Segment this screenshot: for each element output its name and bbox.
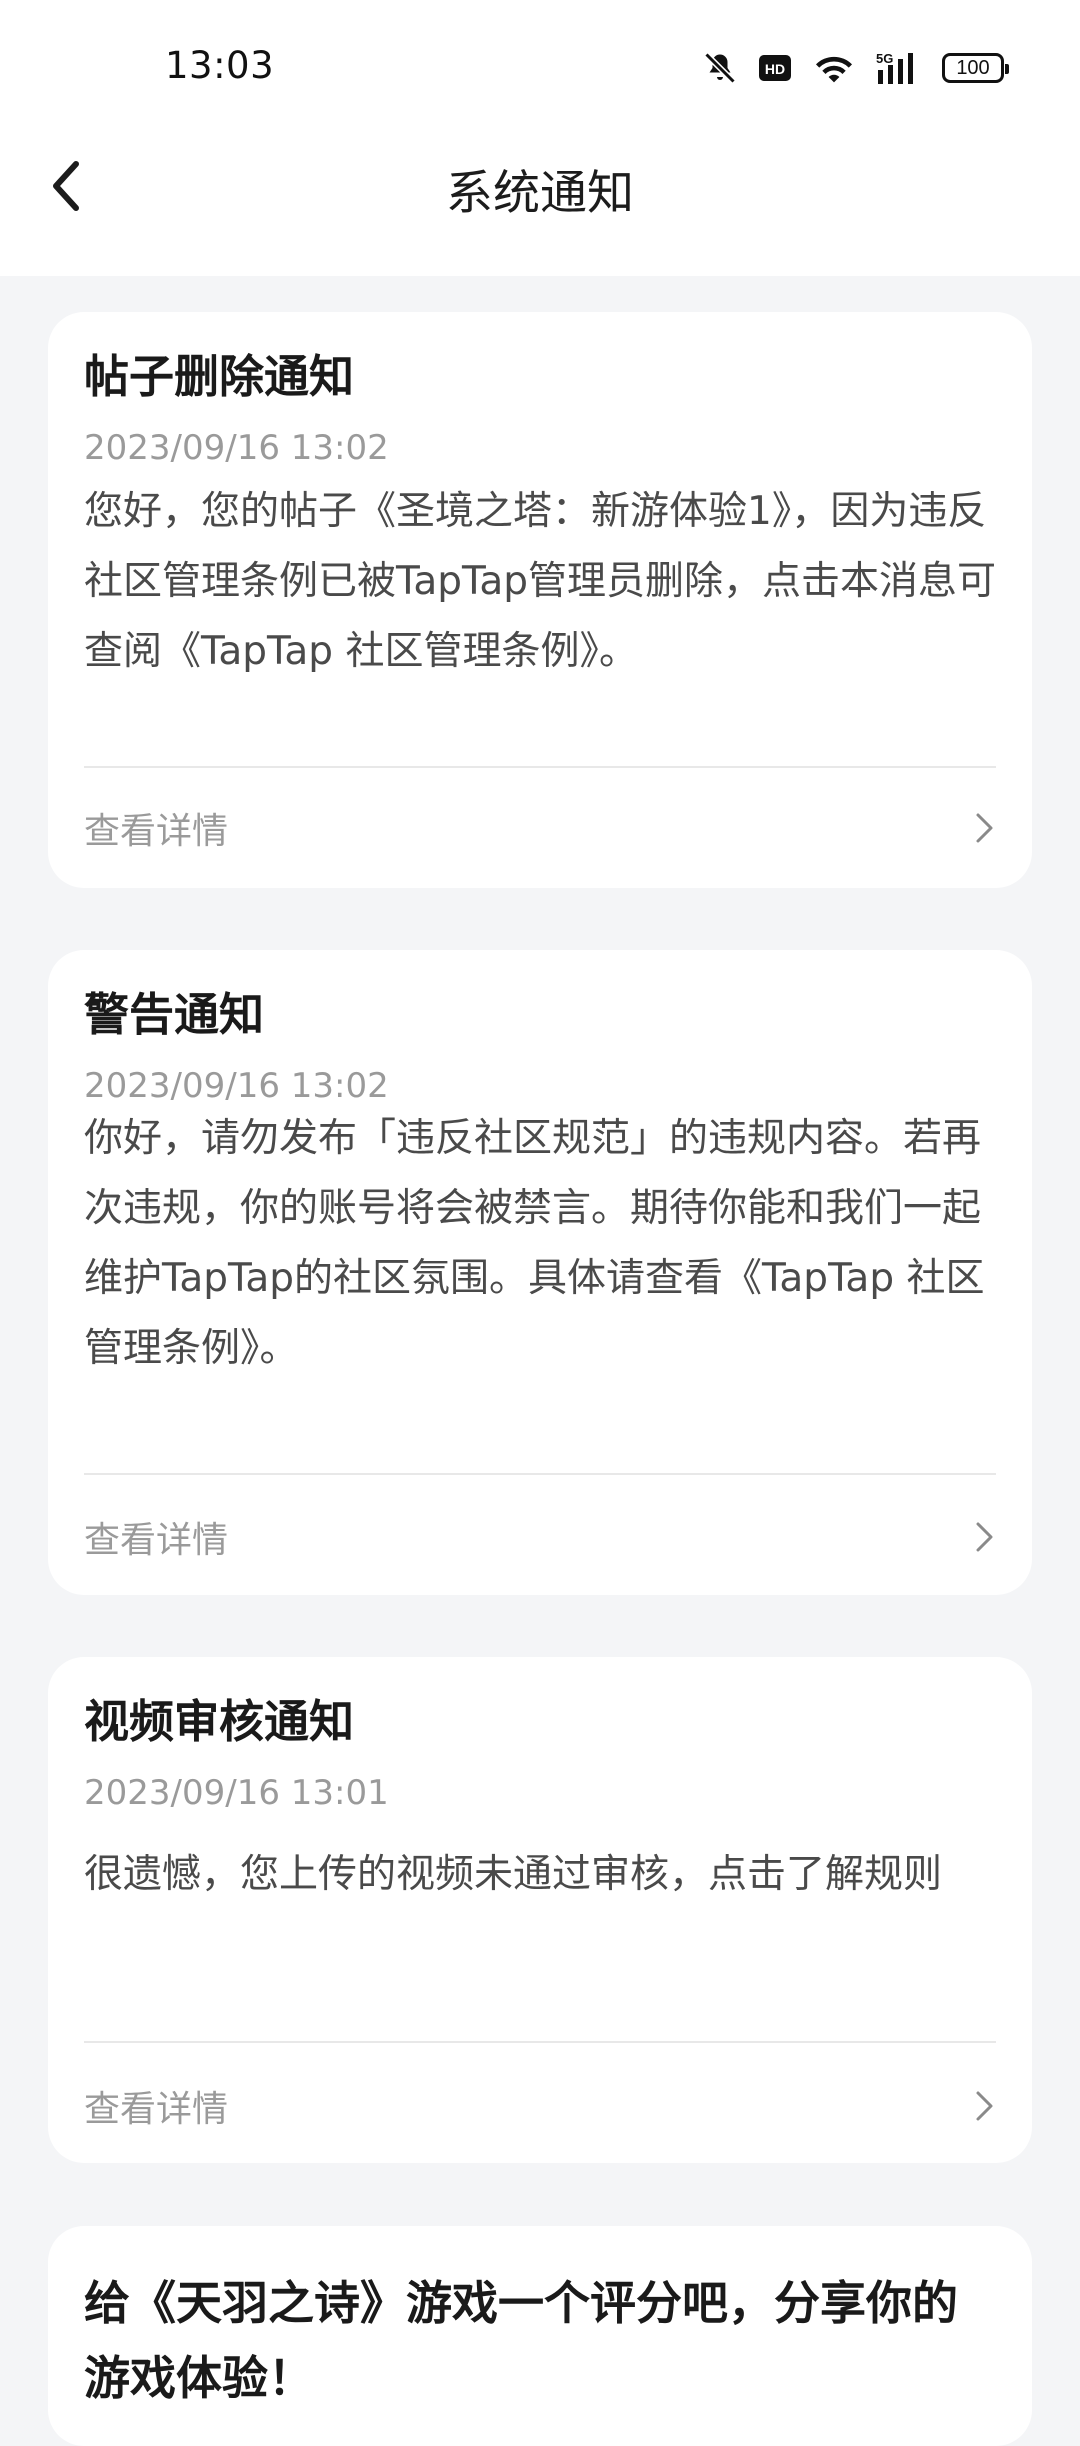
notification-body: 很遗憾，您上传的视频未通过审核，点击了解规则 bbox=[84, 1852, 943, 1897]
view-details-link[interactable]: 查看详情 bbox=[84, 793, 996, 863]
divider bbox=[84, 1473, 996, 1475]
notification-time: 2023/09/16 13:02 bbox=[84, 428, 389, 468]
hd-icon: HD bbox=[758, 53, 792, 83]
mute-bell-icon bbox=[702, 50, 738, 86]
notification-title: 帖子删除通知 bbox=[84, 350, 355, 403]
notification-body: 你好，请勿发布「违反社区规范」的违规内容。若再次违规，你的账号将会被禁言。期待你… bbox=[84, 1116, 985, 1371]
divider bbox=[84, 766, 996, 768]
svg-text:HD: HD bbox=[765, 61, 785, 77]
chevron-right-icon bbox=[976, 2091, 993, 2121]
view-details-label: 查看详情 bbox=[84, 1520, 229, 1561]
notification-card[interactable]: 帖子删除通知 2023/09/16 13:02 您好，您的帖子《圣境之塔：新游体… bbox=[48, 312, 1032, 888]
notification-card[interactable]: 视频审核通知 2023/09/16 13:01 很遗憾，您上传的视频未通过审核，… bbox=[48, 1657, 1032, 2163]
header-area: 13:03 HD 5G 100 系统通知 bbox=[0, 0, 1080, 276]
notification-card[interactable]: 警告通知 2023/09/16 13:02 你好，请勿发布「违反社区规范」的违规… bbox=[48, 950, 1032, 1595]
notification-title: 视频审核通知 bbox=[84, 1695, 355, 1748]
chevron-right-icon bbox=[976, 1522, 993, 1552]
notification-time: 2023/09/16 13:02 bbox=[84, 1066, 389, 1106]
5g-signal-icon: 5G bbox=[876, 50, 922, 86]
notification-title: 给《天羽之诗》游戏一个评分吧，分享你的游戏体验！ bbox=[84, 2276, 958, 2405]
svg-text:5G: 5G bbox=[876, 51, 893, 66]
notification-card[interactable]: 给《天羽之诗》游戏一个评分吧，分享你的游戏体验！ bbox=[48, 2226, 1032, 2446]
view-details-link[interactable]: 查看详情 bbox=[84, 1502, 996, 1572]
divider bbox=[84, 2041, 996, 2043]
view-details-link[interactable]: 查看详情 bbox=[84, 2071, 996, 2141]
notification-time: 2023/09/16 13:01 bbox=[84, 1773, 389, 1813]
status-time: 13:03 bbox=[165, 44, 275, 87]
notification-title: 警告通知 bbox=[84, 988, 265, 1041]
view-details-label: 查看详情 bbox=[84, 2089, 229, 2130]
chevron-right-icon bbox=[976, 813, 993, 843]
navigation-bar: 系统通知 bbox=[0, 136, 1080, 248]
status-icons: HD 5G 100 bbox=[702, 44, 1009, 92]
notification-body: 您好，您的帖子《圣境之塔：新游体验1》，因为违反社区管理条例已被TapTap管理… bbox=[84, 489, 997, 674]
wifi-icon bbox=[812, 50, 856, 86]
battery-icon: 100 bbox=[942, 53, 1009, 83]
view-details-label: 查看详情 bbox=[84, 811, 229, 852]
status-bar: 13:03 HD 5G 100 bbox=[0, 0, 1080, 136]
page-title: 系统通知 bbox=[446, 166, 634, 221]
